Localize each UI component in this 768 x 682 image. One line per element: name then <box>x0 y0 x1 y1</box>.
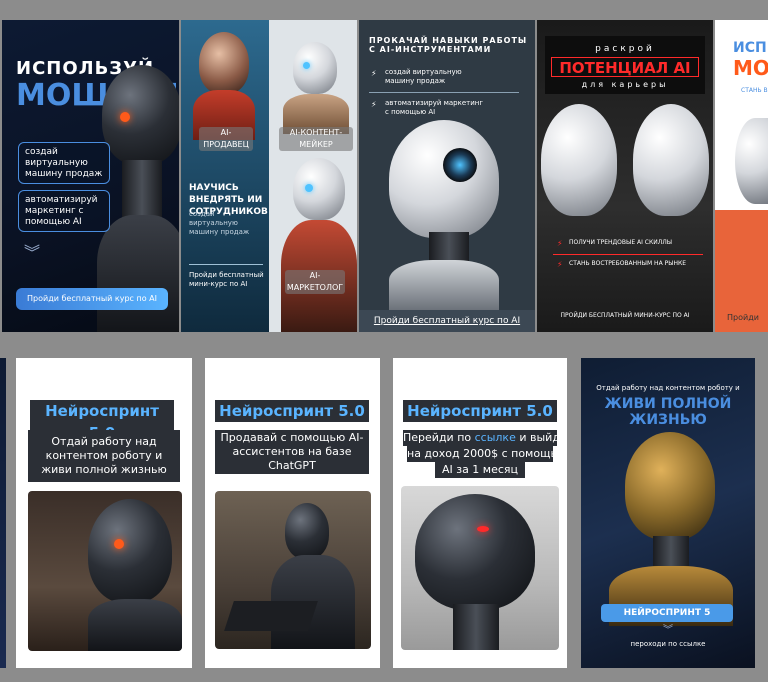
badge-button[interactable]: НЕЙРОСПРИНТ 5 <box>601 604 733 622</box>
robot-image <box>735 118 768 204</box>
bullet-1: создай виртуальную машину продаж <box>385 68 462 85</box>
robot-neck <box>453 604 499 650</box>
cta-text[interactable]: Пройди бесплатный курс по AI <box>359 310 535 332</box>
sprint-text-line-2: на доход 2000$ с помощью <box>407 446 567 462</box>
bullet-chip-2: автоматизируй маркетинг с помощью AI <box>18 190 110 232</box>
tag-ai-content-maker: AI-КОНТЕНТ-МЕЙКЕР <box>279 127 353 151</box>
divider <box>369 92 519 93</box>
cta-button[interactable]: Пройди бесплатный курс по AI <box>16 288 168 310</box>
headline-line-2: С AI-ИНСТРУМЕНТАМИ <box>369 45 492 54</box>
top-card-5[interactable]: ИСП МО СТАНЬ В Пройди <box>715 20 768 332</box>
bottom-card-partial-left <box>0 358 6 668</box>
cta-text[interactable]: Пройди бесплатный мини-курс по AI <box>189 271 265 289</box>
sprint-title: Нейроспринт 5.0 <box>215 400 369 422</box>
top-card-2[interactable]: AI-ПРОДАВЕЦ AI-КОНТЕНТ-МЕЙКЕР НАУЧИСЬ ВН… <box>181 20 357 332</box>
bottom-card-3[interactable]: Нейроспринт 5.0 Перейди по ссылке и выйд… <box>393 358 567 668</box>
robot-head-image <box>415 494 535 610</box>
tag-ai-marketer: AI-МАРКЕТОЛОГ <box>285 270 345 294</box>
headline-line-1: ПРОКАЧАЙ НАВЫКИ РАБОТЫ <box>369 36 528 45</box>
bolt-icon: ⚡ <box>557 260 563 269</box>
link-text[interactable]: ссылке <box>475 431 516 444</box>
top-card-3[interactable]: ПРОКАЧАЙ НАВЫКИ РАБОТЫ С AI-ИНСТРУМЕНТАМ… <box>359 20 535 332</box>
top-card-4[interactable]: раскрой ПОТЕНЦИАЛ AI для карьеры ⚡ ПОЛУЧ… <box>537 20 713 332</box>
robot-photo <box>28 491 182 651</box>
robot-right-image <box>633 104 709 216</box>
robot-head-image <box>88 499 172 603</box>
bullet-1: ПОЛУЧИ ТРЕНДОВЫЕ AI СКИЛЛЫ <box>569 239 673 246</box>
cta-text[interactable]: пероходи по ссылке <box>581 640 755 648</box>
text-post: и выйди <box>519 431 567 444</box>
sprint-title: Нейроспринт 5.0 <box>403 400 557 422</box>
robot-gold-image <box>625 432 715 540</box>
text-pre: Перейди по <box>403 431 472 444</box>
bullet-2: СТАНЬ ВОСТРЕБОВАННЫМ НА РЫНКЕ <box>569 260 687 267</box>
headline-line-1: ИСП <box>733 40 767 56</box>
sub-text: СТАНЬ В <box>741 87 768 94</box>
robot-eye <box>120 112 130 122</box>
title-top: раскрой <box>595 44 655 54</box>
robot-photo <box>401 486 559 650</box>
robot-helmet-image <box>389 120 499 238</box>
robot-body <box>389 260 499 310</box>
bottom-card-2[interactable]: Нейроспринт 5.0 Продавай с помощью AI-ас… <box>205 358 380 668</box>
bolt-icon: ⚡ <box>371 69 377 78</box>
divider <box>553 254 703 255</box>
robot-eye <box>114 539 124 549</box>
laptop <box>224 601 318 631</box>
bottom-card-1[interactable]: Нейроспринт 5.0 Отдай работу над контент… <box>16 358 192 668</box>
sprint-text-line-3: AI за 1 месяц <box>435 462 525 478</box>
cta-text[interactable]: Пройди <box>727 313 759 322</box>
robot-neck <box>122 160 162 220</box>
robot-white-image <box>293 42 337 94</box>
robot-head-image <box>285 503 329 559</box>
headline: ЖИВИ ПОЛНОЙ ЖИЗНЬЮ <box>604 396 732 428</box>
robot-left-image <box>541 104 617 216</box>
robot-body <box>97 215 179 332</box>
sprint-text: Отдай работу над контентом роботу и живи… <box>28 430 180 482</box>
top-card-1[interactable]: ИСПОЛЬЗУЙ МОЩЬ AI создай виртуальную маш… <box>2 20 179 332</box>
robot-head-image <box>102 65 179 165</box>
bottom-card-4[interactable]: Отдай работу над контентом роботу и ЖИВИ… <box>581 358 755 668</box>
robot-eye <box>303 62 310 69</box>
headline-line-2: МО <box>733 56 768 80</box>
title-bottom: для карьеры <box>581 80 669 89</box>
divider <box>189 264 263 265</box>
robot-body <box>88 599 182 651</box>
robot-marketer-image <box>293 158 345 220</box>
sprint-text-line-1: Перейди по ссылке и выйди <box>403 430 567 446</box>
bolt-icon: ⚡ <box>371 100 377 109</box>
woman-figure-image <box>199 32 249 94</box>
bullet-2: автоматизируй маркетинг с помощью AI <box>385 99 484 116</box>
bolt-icon: ⚡ <box>557 239 563 248</box>
chevron-down-icon: ︾ <box>24 243 41 262</box>
sub-text: создай виртуальную машину продаж <box>189 210 250 236</box>
robot-eye <box>477 526 489 532</box>
sprint-text: Продавай с помощью AI-ассистентов на баз… <box>215 430 369 474</box>
robot-visor <box>443 148 477 182</box>
top-text: Отдай работу над контентом роботу и <box>596 384 740 392</box>
bullet-chip-1: создай виртуальную машину продаж <box>18 142 110 184</box>
chevron-down-icon: ︾ <box>663 625 673 636</box>
robot-photo <box>215 491 371 649</box>
cta-text[interactable]: ПРОЙДИ БЕСПЛАТНЫЙ МИНИ-КУРС ПО AI <box>537 312 713 319</box>
title-main: ПОТЕНЦИАЛ AI <box>551 57 699 77</box>
robot-eye <box>305 184 313 192</box>
tag-ai-seller: AI-ПРОДАВЕЦ <box>199 127 253 151</box>
